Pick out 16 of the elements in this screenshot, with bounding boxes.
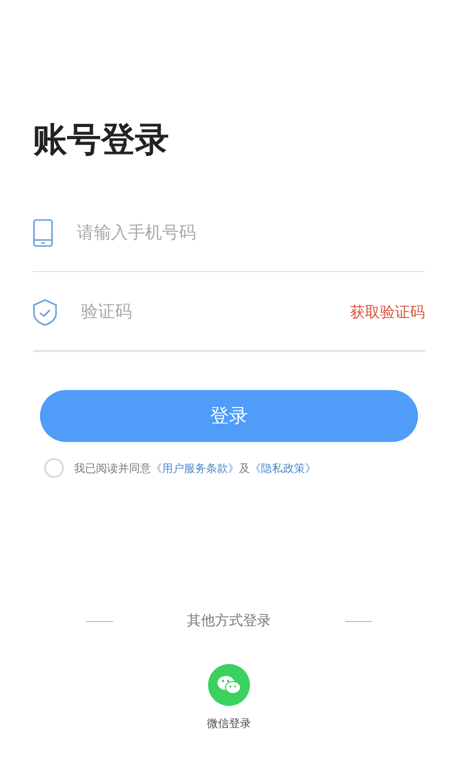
shield-check-icon [33,298,57,326]
agree-checkbox[interactable] [44,458,64,478]
login-option-label: 微信登录 [207,716,251,731]
page-title: 账号登录 [33,119,170,162]
agreement-text: 及 [239,460,250,476]
wechat-login-button[interactable] [208,664,250,706]
agreement-text: 我已阅读并同意 [74,460,151,476]
get-code-button[interactable]: 获取验证码 [350,302,425,322]
privacy-link[interactable]: 《隐私政策》 [250,460,316,476]
phone-icon [33,219,53,247]
terms-link[interactable]: 《用户服务条款》 [151,460,239,476]
phone-input-field[interactable]: 请输入手机号码 [75,222,425,244]
login-button[interactable]: 登录 [40,390,418,442]
other-login-heading: 其他方式登录 [187,612,271,630]
code-input-field[interactable]: 验证码 [79,301,350,323]
chat-bubbles-icon [217,675,241,695]
